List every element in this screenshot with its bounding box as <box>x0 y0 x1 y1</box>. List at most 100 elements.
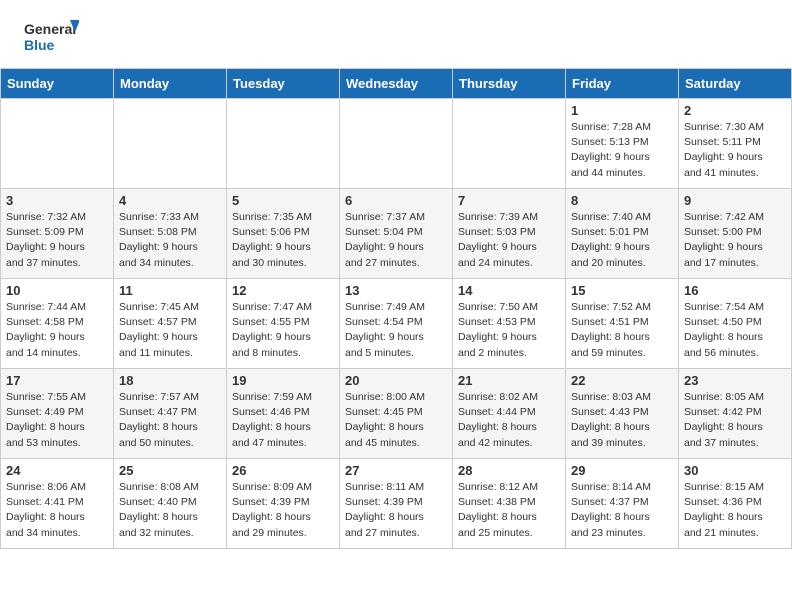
day-info: Sunrise: 8:05 AM Sunset: 4:42 PM Dayligh… <box>684 390 786 451</box>
day-cell: 12 Sunrise: 7:47 AM Sunset: 4:55 PM Dayli… <box>227 279 340 369</box>
day-info: Sunrise: 7:39 AM Sunset: 5:03 PM Dayligh… <box>458 210 560 271</box>
day-number: 4 <box>119 193 221 208</box>
day-cell: 3 Sunrise: 7:32 AM Sunset: 5:09 PM Daylig… <box>1 189 114 279</box>
day-info: Sunrise: 7:52 AM Sunset: 4:51 PM Dayligh… <box>571 300 673 361</box>
day-cell: 19Sunrise: 7:59 AM Sunset: 4:46 PM Dayli… <box>227 369 340 459</box>
day-number: 8 <box>571 193 673 208</box>
weekday-header-row: SundayMondayTuesdayWednesdayThursdayFrid… <box>1 69 792 99</box>
day-number: 6 <box>345 193 447 208</box>
weekday-header-friday: Friday <box>566 69 679 99</box>
day-number: 5 <box>232 193 334 208</box>
day-cell <box>453 99 566 189</box>
day-number: 1 <box>571 103 673 118</box>
day-number: 20 <box>345 373 447 388</box>
day-info: Sunrise: 7:54 AM Sunset: 4:50 PM Dayligh… <box>684 300 786 361</box>
day-cell: 6 Sunrise: 7:37 AM Sunset: 5:04 PM Daylig… <box>340 189 453 279</box>
day-number: 30 <box>684 463 786 478</box>
day-info: Sunrise: 7:45 AM Sunset: 4:57 PM Dayligh… <box>119 300 221 361</box>
day-info: Sunrise: 7:37 AM Sunset: 5:04 PM Dayligh… <box>345 210 447 271</box>
week-row-3: 10 Sunrise: 7:44 AM Sunset: 4:58 PM Dayli… <box>1 279 792 369</box>
day-number: 15 <box>571 283 673 298</box>
day-info: Sunrise: 8:15 AM Sunset: 4:36 PM Dayligh… <box>684 480 786 541</box>
day-number: 3 <box>6 193 108 208</box>
day-info: Sunrise: 7:32 AM Sunset: 5:09 PM Dayligh… <box>6 210 108 271</box>
weekday-header-tuesday: Tuesday <box>227 69 340 99</box>
day-info: Sunrise: 7:30 AM Sunset: 5:11 PM Dayligh… <box>684 120 786 181</box>
day-cell: 18Sunrise: 7:57 AM Sunset: 4:47 PM Dayli… <box>114 369 227 459</box>
day-info: Sunrise: 7:40 AM Sunset: 5:01 PM Dayligh… <box>571 210 673 271</box>
day-cell: 23 Sunrise: 8:05 AM Sunset: 4:42 PM Dayli… <box>679 369 792 459</box>
day-info: Sunrise: 8:08 AM Sunset: 4:40 PM Dayligh… <box>119 480 221 541</box>
day-cell: 29 Sunrise: 8:14 AM Sunset: 4:37 PM Dayli… <box>566 459 679 549</box>
day-number: 29 <box>571 463 673 478</box>
day-number: 24 <box>6 463 108 478</box>
weekday-header-saturday: Saturday <box>679 69 792 99</box>
page-header: General Blue <box>0 0 792 68</box>
svg-text:Blue: Blue <box>24 37 55 53</box>
day-info: Sunrise: 8:03 AM Sunset: 4:43 PM Dayligh… <box>571 390 673 451</box>
day-cell: 10 Sunrise: 7:44 AM Sunset: 4:58 PM Dayli… <box>1 279 114 369</box>
day-info: Sunrise: 7:33 AM Sunset: 5:08 PM Dayligh… <box>119 210 221 271</box>
day-cell: 22 Sunrise: 8:03 AM Sunset: 4:43 PM Dayli… <box>566 369 679 459</box>
day-cell: 16 Sunrise: 7:54 AM Sunset: 4:50 PM Dayli… <box>679 279 792 369</box>
day-cell: 9Sunrise: 7:42 AM Sunset: 5:00 PM Daylig… <box>679 189 792 279</box>
day-number: 23 <box>684 373 786 388</box>
weekday-header-sunday: Sunday <box>1 69 114 99</box>
day-cell: 27Sunrise: 8:11 AM Sunset: 4:39 PM Dayli… <box>340 459 453 549</box>
day-info: Sunrise: 7:59 AM Sunset: 4:46 PM Dayligh… <box>232 390 334 451</box>
day-cell: 1 Sunrise: 7:28 AM Sunset: 5:13 PM Daylig… <box>566 99 679 189</box>
day-info: Sunrise: 7:47 AM Sunset: 4:55 PM Dayligh… <box>232 300 334 361</box>
day-number: 2 <box>684 103 786 118</box>
day-number: 27 <box>345 463 447 478</box>
svg-text:General: General <box>24 21 76 37</box>
week-row-4: 17 Sunrise: 7:55 AM Sunset: 4:49 PM Dayli… <box>1 369 792 459</box>
day-cell: 28Sunrise: 8:12 AM Sunset: 4:38 PM Dayli… <box>453 459 566 549</box>
day-cell: 24 Sunrise: 8:06 AM Sunset: 4:41 PM Dayli… <box>1 459 114 549</box>
day-info: Sunrise: 7:28 AM Sunset: 5:13 PM Dayligh… <box>571 120 673 181</box>
day-number: 7 <box>458 193 560 208</box>
calendar-table: SundayMondayTuesdayWednesdayThursdayFrid… <box>0 68 792 549</box>
day-info: Sunrise: 7:49 AM Sunset: 4:54 PM Dayligh… <box>345 300 447 361</box>
day-number: 12 <box>232 283 334 298</box>
day-info: Sunrise: 8:02 AM Sunset: 4:44 PM Dayligh… <box>458 390 560 451</box>
week-row-1: 1 Sunrise: 7:28 AM Sunset: 5:13 PM Daylig… <box>1 99 792 189</box>
day-cell: 26 Sunrise: 8:09 AM Sunset: 4:39 PM Dayli… <box>227 459 340 549</box>
week-row-5: 24 Sunrise: 8:06 AM Sunset: 4:41 PM Dayli… <box>1 459 792 549</box>
day-number: 21 <box>458 373 560 388</box>
day-number: 28 <box>458 463 560 478</box>
day-info: Sunrise: 8:09 AM Sunset: 4:39 PM Dayligh… <box>232 480 334 541</box>
day-number: 22 <box>571 373 673 388</box>
day-info: Sunrise: 7:44 AM Sunset: 4:58 PM Dayligh… <box>6 300 108 361</box>
day-cell: 15 Sunrise: 7:52 AM Sunset: 4:51 PM Dayli… <box>566 279 679 369</box>
day-number: 17 <box>6 373 108 388</box>
day-number: 25 <box>119 463 221 478</box>
logo: General Blue <box>24 18 79 60</box>
day-cell: 25 Sunrise: 8:08 AM Sunset: 4:40 PM Dayli… <box>114 459 227 549</box>
day-cell: 14 Sunrise: 7:50 AM Sunset: 4:53 PM Dayli… <box>453 279 566 369</box>
day-cell: 21 Sunrise: 8:02 AM Sunset: 4:44 PM Dayli… <box>453 369 566 459</box>
day-cell <box>340 99 453 189</box>
day-number: 10 <box>6 283 108 298</box>
day-number: 13 <box>345 283 447 298</box>
day-number: 26 <box>232 463 334 478</box>
logo-svg: General Blue <box>24 18 79 60</box>
day-cell: 7 Sunrise: 7:39 AM Sunset: 5:03 PM Daylig… <box>453 189 566 279</box>
day-number: 14 <box>458 283 560 298</box>
day-cell: 8 Sunrise: 7:40 AM Sunset: 5:01 PM Daylig… <box>566 189 679 279</box>
day-cell <box>114 99 227 189</box>
day-cell <box>227 99 340 189</box>
day-info: Sunrise: 8:06 AM Sunset: 4:41 PM Dayligh… <box>6 480 108 541</box>
day-info: Sunrise: 7:42 AM Sunset: 5:00 PM Dayligh… <box>684 210 786 271</box>
day-cell: 2 Sunrise: 7:30 AM Sunset: 5:11 PM Daylig… <box>679 99 792 189</box>
day-cell: 17 Sunrise: 7:55 AM Sunset: 4:49 PM Dayli… <box>1 369 114 459</box>
day-info: Sunrise: 7:55 AM Sunset: 4:49 PM Dayligh… <box>6 390 108 451</box>
weekday-header-wednesday: Wednesday <box>340 69 453 99</box>
day-info: Sunrise: 8:14 AM Sunset: 4:37 PM Dayligh… <box>571 480 673 541</box>
day-cell: 5Sunrise: 7:35 AM Sunset: 5:06 PM Daylig… <box>227 189 340 279</box>
day-number: 11 <box>119 283 221 298</box>
day-info: Sunrise: 7:57 AM Sunset: 4:47 PM Dayligh… <box>119 390 221 451</box>
day-info: Sunrise: 8:00 AM Sunset: 4:45 PM Dayligh… <box>345 390 447 451</box>
week-row-2: 3 Sunrise: 7:32 AM Sunset: 5:09 PM Daylig… <box>1 189 792 279</box>
day-number: 16 <box>684 283 786 298</box>
day-info: Sunrise: 7:50 AM Sunset: 4:53 PM Dayligh… <box>458 300 560 361</box>
